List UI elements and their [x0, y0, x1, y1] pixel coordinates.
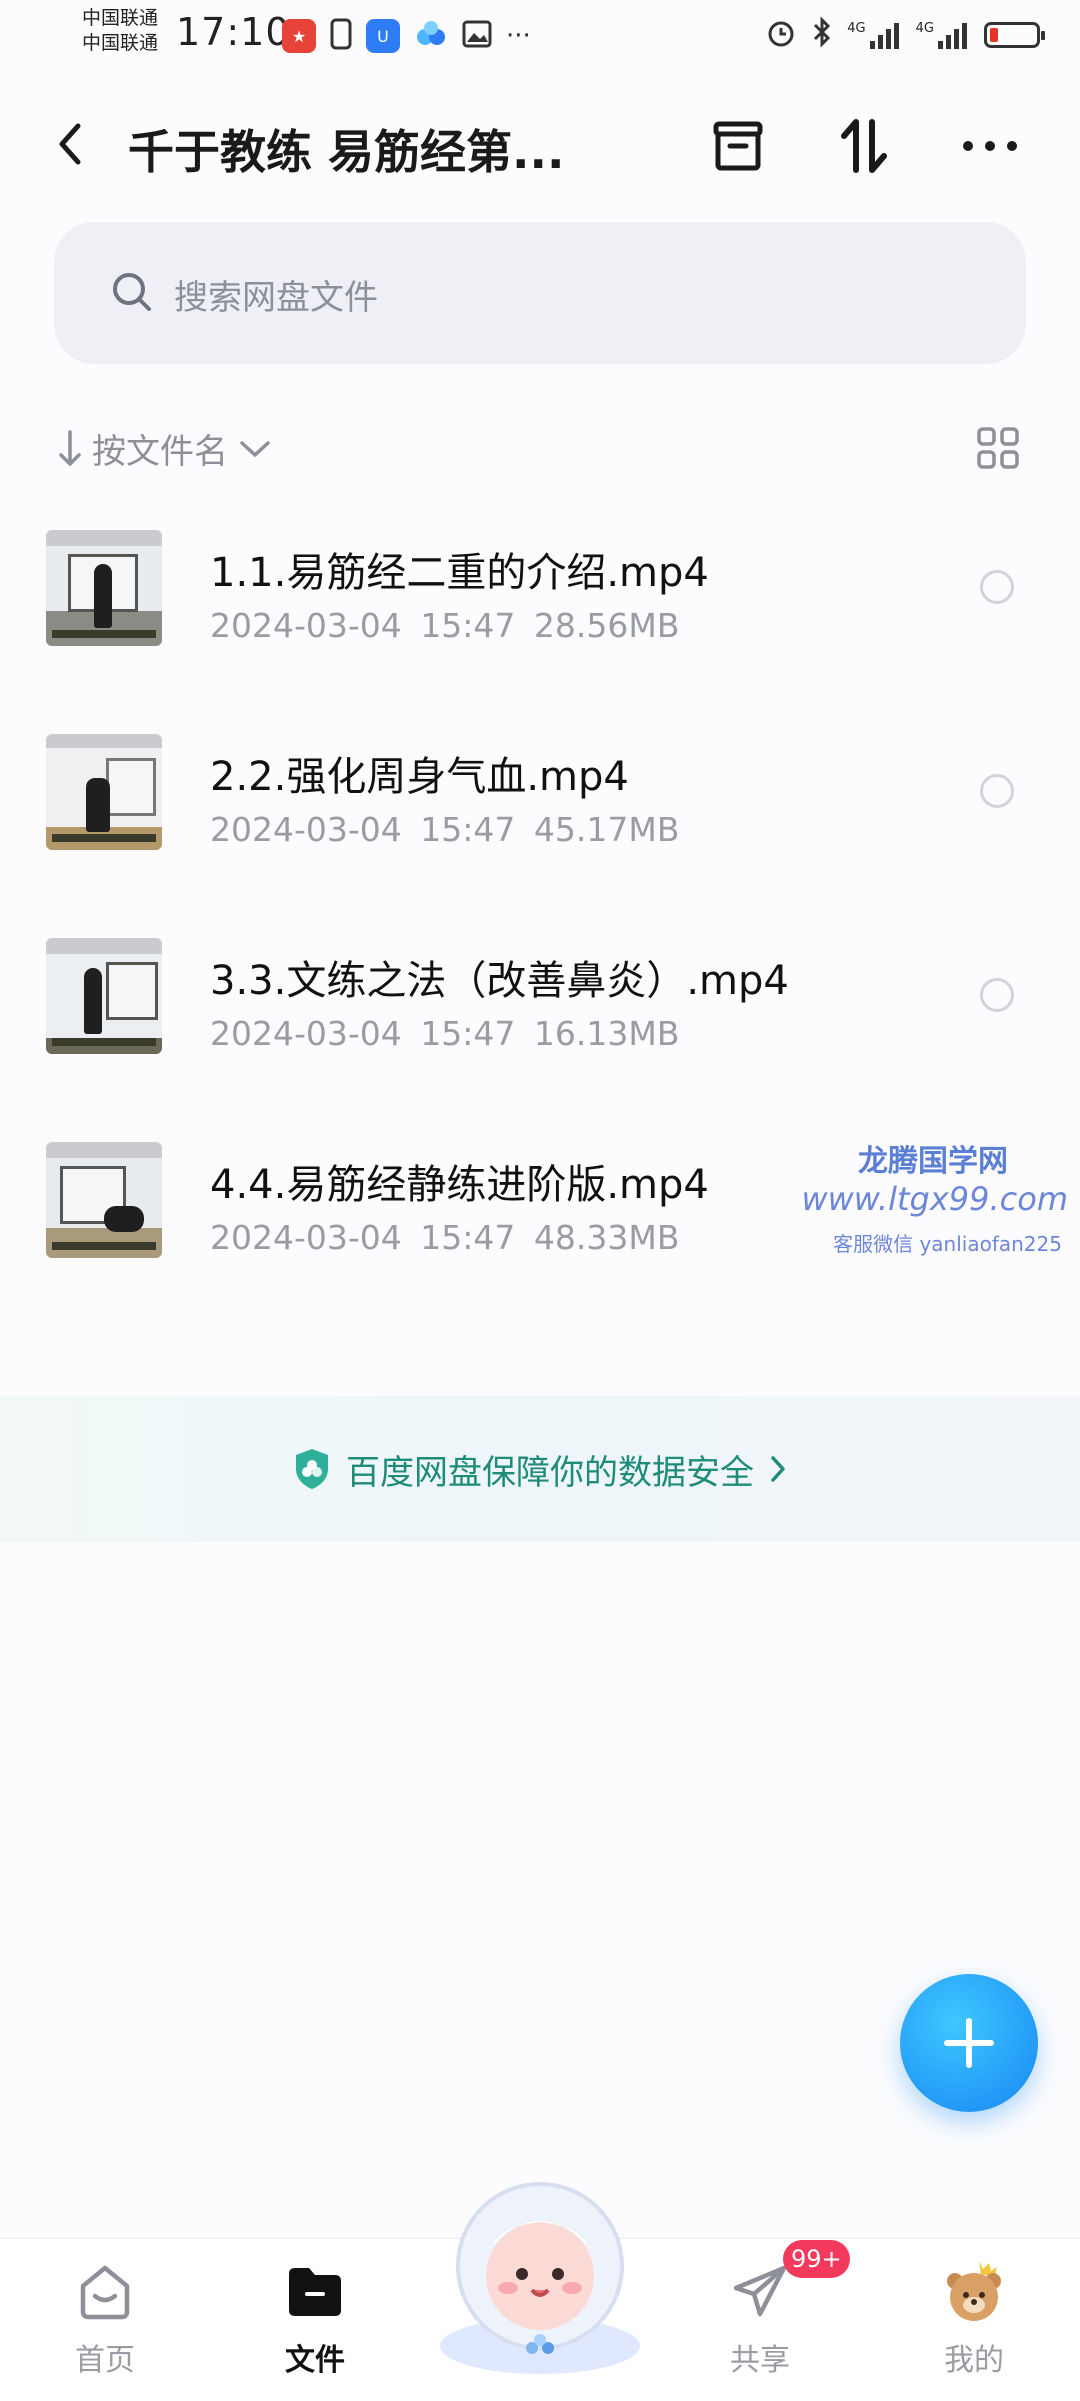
notification-icons: ★ U ···: [282, 18, 531, 54]
carrier-info: 中国联通 中国联通: [82, 6, 158, 56]
network-type-1: 4G: [847, 21, 866, 36]
file-meta: 2024-03-04 15:47 16.13MB: [210, 1014, 679, 1053]
file-name: 3.3.文练之法（改善鼻炎）.mp4: [210, 958, 789, 1004]
select-radio[interactable]: [980, 774, 1014, 808]
mascot-ai-button[interactable]: [428, 2176, 652, 2376]
sort-label: 按文件名: [92, 432, 228, 472]
plus-icon: [944, 2018, 994, 2068]
signal-1-icon: 4G: [847, 21, 901, 49]
file-size: 45.17MB: [533, 810, 680, 849]
watermark-wechat: 客服微信 yanliaofan225: [833, 1232, 1062, 1256]
video-thumbnail: [46, 734, 162, 850]
more-button[interactable]: [952, 108, 1028, 184]
file-list-item[interactable]: 2.2.强化周身气血.mp4 2024-03-04 15:47 45.17MB: [0, 734, 1080, 920]
video-thumbnail: [46, 1142, 162, 1258]
file-date: 2024-03-04: [210, 606, 402, 645]
chevron-right-icon: [771, 1456, 785, 1482]
grid-icon: [977, 427, 1019, 469]
clock: 17:10: [176, 10, 291, 54]
status-bar: 中国联通 中国联通 17:10 ★ U ··· 4G 4G: [0, 0, 1080, 72]
security-banner-text: 百度网盘保障你的数据安全: [346, 1452, 754, 1493]
file-name: 4.4.易筋经静练进阶版.mp4: [210, 1162, 709, 1208]
file-name: 2.2.强化周身气血.mp4: [210, 754, 629, 800]
chevron-down-icon: [240, 440, 270, 457]
security-banner[interactable]: 百度网盘保障你的数据安全: [0, 1396, 1080, 1542]
share-badge: 99+: [783, 2240, 850, 2278]
bluetooth-icon: [811, 16, 833, 54]
signal-2-icon: 4G: [916, 21, 970, 49]
gallery-icon: [462, 20, 492, 52]
phone-icon: [330, 18, 352, 54]
carrier-2: 中国联通: [82, 32, 159, 54]
mascot-icon: [440, 2182, 640, 2374]
file-time: 15:47: [420, 1218, 516, 1257]
add-button[interactable]: [900, 1974, 1038, 2112]
bear-avatar-icon: [939, 2257, 1009, 2327]
app-notification-icon: ★: [282, 19, 316, 53]
search-input[interactable]: 搜索网盘文件: [54, 222, 1026, 364]
file-meta: 2024-03-04 15:47 45.17MB: [210, 810, 679, 849]
search-placeholder: 搜索网盘文件: [174, 278, 378, 318]
file-list-item[interactable]: 1.1.易筋经二重的介绍.mp4 2024-03-04 15:47 28.56M…: [0, 530, 1080, 716]
nav-home[interactable]: 首页: [30, 2239, 180, 2401]
shield-icon: [296, 1449, 328, 1489]
arrow-down-icon: [59, 429, 81, 466]
network-type-2: 4G: [915, 21, 934, 36]
file-size: 16.13MB: [533, 1014, 680, 1053]
file-time: 15:47: [420, 810, 516, 849]
page-title: 千于教练 易筋经第...: [128, 125, 565, 179]
search-icon: [113, 273, 151, 311]
file-time: 15:47: [420, 1014, 516, 1053]
nav-mine-label: 我的: [944, 2343, 1004, 2378]
archive-button[interactable]: [700, 108, 776, 184]
sort-dropdown[interactable]: 按文件名: [58, 424, 272, 473]
nav-share-label: 共享: [730, 2343, 790, 2378]
alarm-icon: [765, 16, 797, 54]
file-name: 1.1.易筋经二重的介绍.mp4: [210, 550, 709, 596]
home-icon: [70, 2257, 140, 2327]
file-list-item[interactable]: 3.3.文练之法（改善鼻炎）.mp4 2024-03-04 15:47 16.1…: [0, 938, 1080, 1124]
carrier-1: 中国联通: [82, 7, 159, 29]
file-meta: 2024-03-04 15:47 28.56MB: [210, 606, 679, 645]
system-icons: 4G 4G: [765, 16, 1045, 54]
folder-icon: [280, 2257, 350, 2327]
select-radio[interactable]: [980, 978, 1014, 1012]
back-button[interactable]: [48, 112, 92, 176]
grid-view-toggle[interactable]: [976, 426, 1020, 470]
nav-files[interactable]: 文件: [240, 2239, 390, 2401]
nav-home-label: 首页: [75, 2343, 135, 2378]
watermark-url: www.ltgx99.com: [801, 1180, 1068, 1218]
more-dots-icon: [963, 141, 1017, 151]
file-size: 48.33MB: [533, 1218, 680, 1257]
file-date: 2024-03-04: [210, 1014, 402, 1053]
baidu-netdisk-icon: [414, 19, 448, 53]
chevron-left-icon: [59, 123, 81, 165]
battery-icon: [984, 22, 1045, 48]
video-thumbnail: [46, 938, 162, 1054]
file-time: 15:47: [420, 606, 516, 645]
file-date: 2024-03-04: [210, 810, 402, 849]
transfer-arrows-icon: [841, 119, 887, 173]
select-radio[interactable]: [980, 570, 1014, 604]
video-thumbnail: [46, 530, 162, 646]
transfer-button[interactable]: [826, 108, 902, 184]
nav-files-label: 文件: [285, 2343, 345, 2378]
file-date: 2024-03-04: [210, 1218, 402, 1257]
app-shield-icon: U: [366, 19, 400, 53]
nav-mine[interactable]: 我的: [899, 2239, 1049, 2401]
more-notifications-icon: ···: [506, 21, 531, 51]
watermark-title: 龙腾国学网: [858, 1144, 1008, 1179]
file-meta: 2024-03-04 15:47 48.33MB: [210, 1218, 679, 1257]
file-size: 28.56MB: [533, 606, 680, 645]
box-icon: [713, 121, 763, 171]
